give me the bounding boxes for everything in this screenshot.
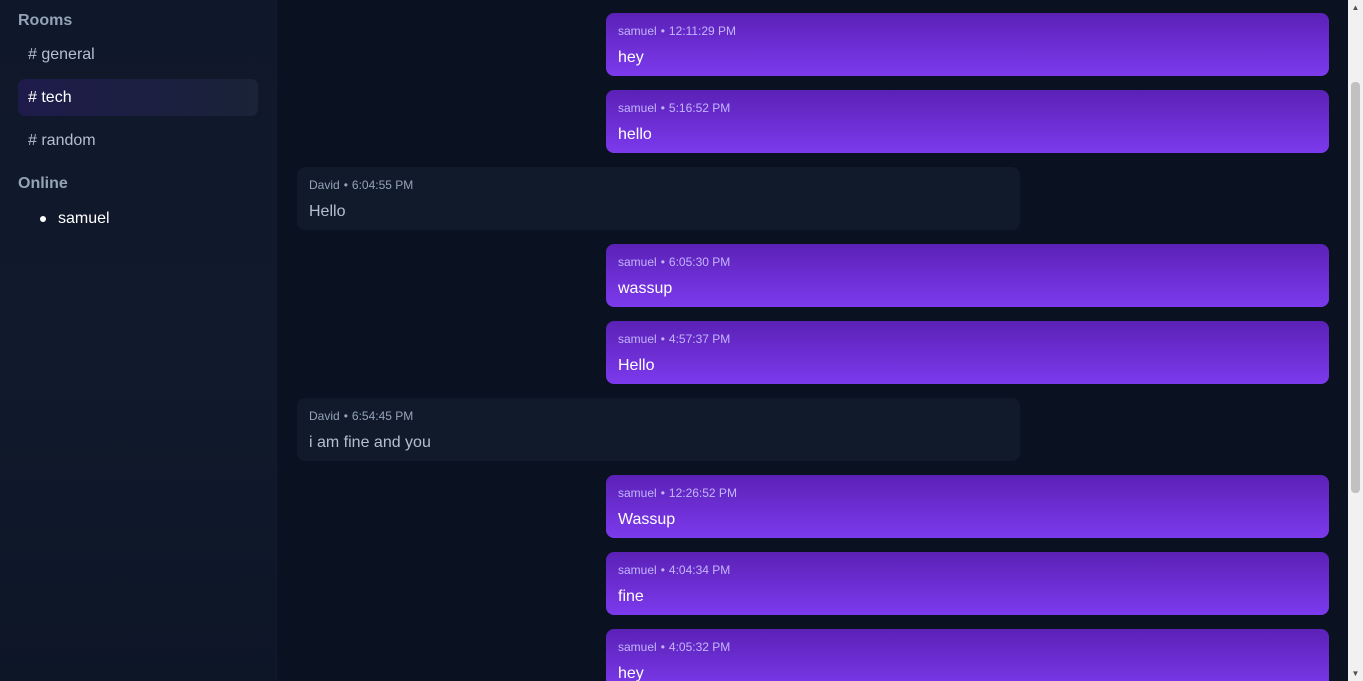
message-meta-separator: • — [660, 255, 665, 269]
message-meta-separator: • — [343, 409, 348, 423]
message-meta: samuel • 12:26:52 PM — [618, 486, 1317, 501]
online-title: Online — [18, 175, 68, 192]
online-users-list: samuel — [18, 209, 258, 229]
message-meta-separator: • — [660, 24, 665, 38]
message-author: samuel — [618, 101, 657, 115]
message-author: David — [309, 409, 340, 423]
message-meta-separator: • — [660, 563, 665, 577]
message-author: samuel — [618, 332, 657, 346]
chat-scrollbar[interactable]: ▲ ▼ — [1348, 0, 1363, 681]
scroll-up-arrow-icon[interactable]: ▲ — [1348, 0, 1363, 15]
room-item-tech[interactable]: # tech — [18, 79, 258, 116]
message-text: Hello — [618, 357, 655, 374]
message-timestamp: 5:16:52 PM — [668, 101, 731, 115]
message-bubble: David • 6:04:55 PM Hello — [297, 167, 1020, 230]
message-text: wassup — [618, 280, 673, 297]
message-meta: samuel • 4:05:32 PM — [618, 640, 1317, 655]
message-meta: samuel • 6:05:30 PM — [618, 255, 1317, 270]
message-bubble: samuel • 4:05:32 PM hey — [606, 629, 1329, 681]
message-timestamp: 4:05:32 PM — [668, 640, 731, 654]
message-author: samuel — [618, 563, 657, 577]
online-user-name: samuel — [58, 210, 110, 227]
message-bubble: samuel • 4:04:34 PM fine — [606, 552, 1329, 615]
message-author: samuel — [618, 255, 657, 269]
message-timestamp: 6:05:30 PM — [668, 255, 731, 269]
message-meta: samuel • 4:57:37 PM — [618, 332, 1317, 347]
chat-panel: samuel • 12:11:29 PM hey samuel • 5:16:52 PM he… — [277, 0, 1363, 681]
message-meta-separator: • — [660, 332, 665, 346]
online-status-dot-icon — [40, 216, 46, 222]
message-text: Wassup — [618, 511, 676, 528]
message-bubble: samuel • 12:26:52 PM Wassup — [606, 475, 1329, 538]
message-meta: samuel • 5:16:52 PM — [618, 101, 1317, 116]
message-author: samuel — [618, 486, 657, 500]
room-item-random[interactable]: # random — [18, 122, 258, 159]
message-author: samuel — [618, 24, 657, 38]
message-meta: samuel • 4:04:34 PM — [618, 563, 1317, 578]
message-bubble: samuel • 5:16:52 PM hello — [606, 90, 1329, 153]
message-bubble: David • 6:54:45 PM i am fine and you — [297, 398, 1020, 461]
message-meta-separator: • — [660, 640, 665, 654]
message-bubble: samuel • 12:11:29 PM hey — [606, 13, 1329, 76]
message-timestamp: 6:54:45 PM — [351, 409, 414, 423]
room-list: # general # tech # random — [18, 36, 258, 159]
message-author: samuel — [618, 640, 657, 654]
message-meta-separator: • — [660, 101, 665, 115]
message-meta: David • 6:54:45 PM — [309, 409, 1008, 424]
message-timestamp: 12:11:29 PM — [668, 24, 737, 38]
message-meta: samuel • 12:11:29 PM — [618, 24, 1317, 39]
scroll-down-arrow-icon[interactable]: ▼ — [1348, 666, 1363, 681]
message-meta: David • 6:04:55 PM — [309, 178, 1008, 193]
message-timestamp: 4:57:37 PM — [668, 332, 731, 346]
message-text: hello — [618, 126, 652, 143]
message-timestamp: 4:04:34 PM — [668, 563, 731, 577]
chat-app: Rooms # general # tech # random Online s… — [0, 0, 1363, 681]
message-text: fine — [618, 588, 644, 605]
message-timestamp: 12:26:52 PM — [668, 486, 737, 500]
room-item-general[interactable]: # general — [18, 36, 258, 73]
message-bubble: samuel • 4:57:37 PM Hello — [606, 321, 1329, 384]
online-user: samuel — [40, 209, 258, 229]
message-meta-separator: • — [660, 486, 665, 500]
scroll-thumb[interactable] — [1351, 82, 1360, 493]
message-bubble: samuel • 6:05:30 PM wassup — [606, 244, 1329, 307]
message-text: hey — [618, 49, 644, 66]
message-text: hey — [618, 665, 644, 681]
message-meta-separator: • — [343, 178, 348, 192]
sidebar: Rooms # general # tech # random Online s… — [0, 0, 277, 681]
message-timestamp: 6:04:55 PM — [351, 178, 414, 192]
message-text: Hello — [309, 203, 346, 220]
message-author: David — [309, 178, 340, 192]
rooms-title: Rooms — [18, 12, 73, 29]
message-text: i am fine and you — [309, 434, 431, 451]
